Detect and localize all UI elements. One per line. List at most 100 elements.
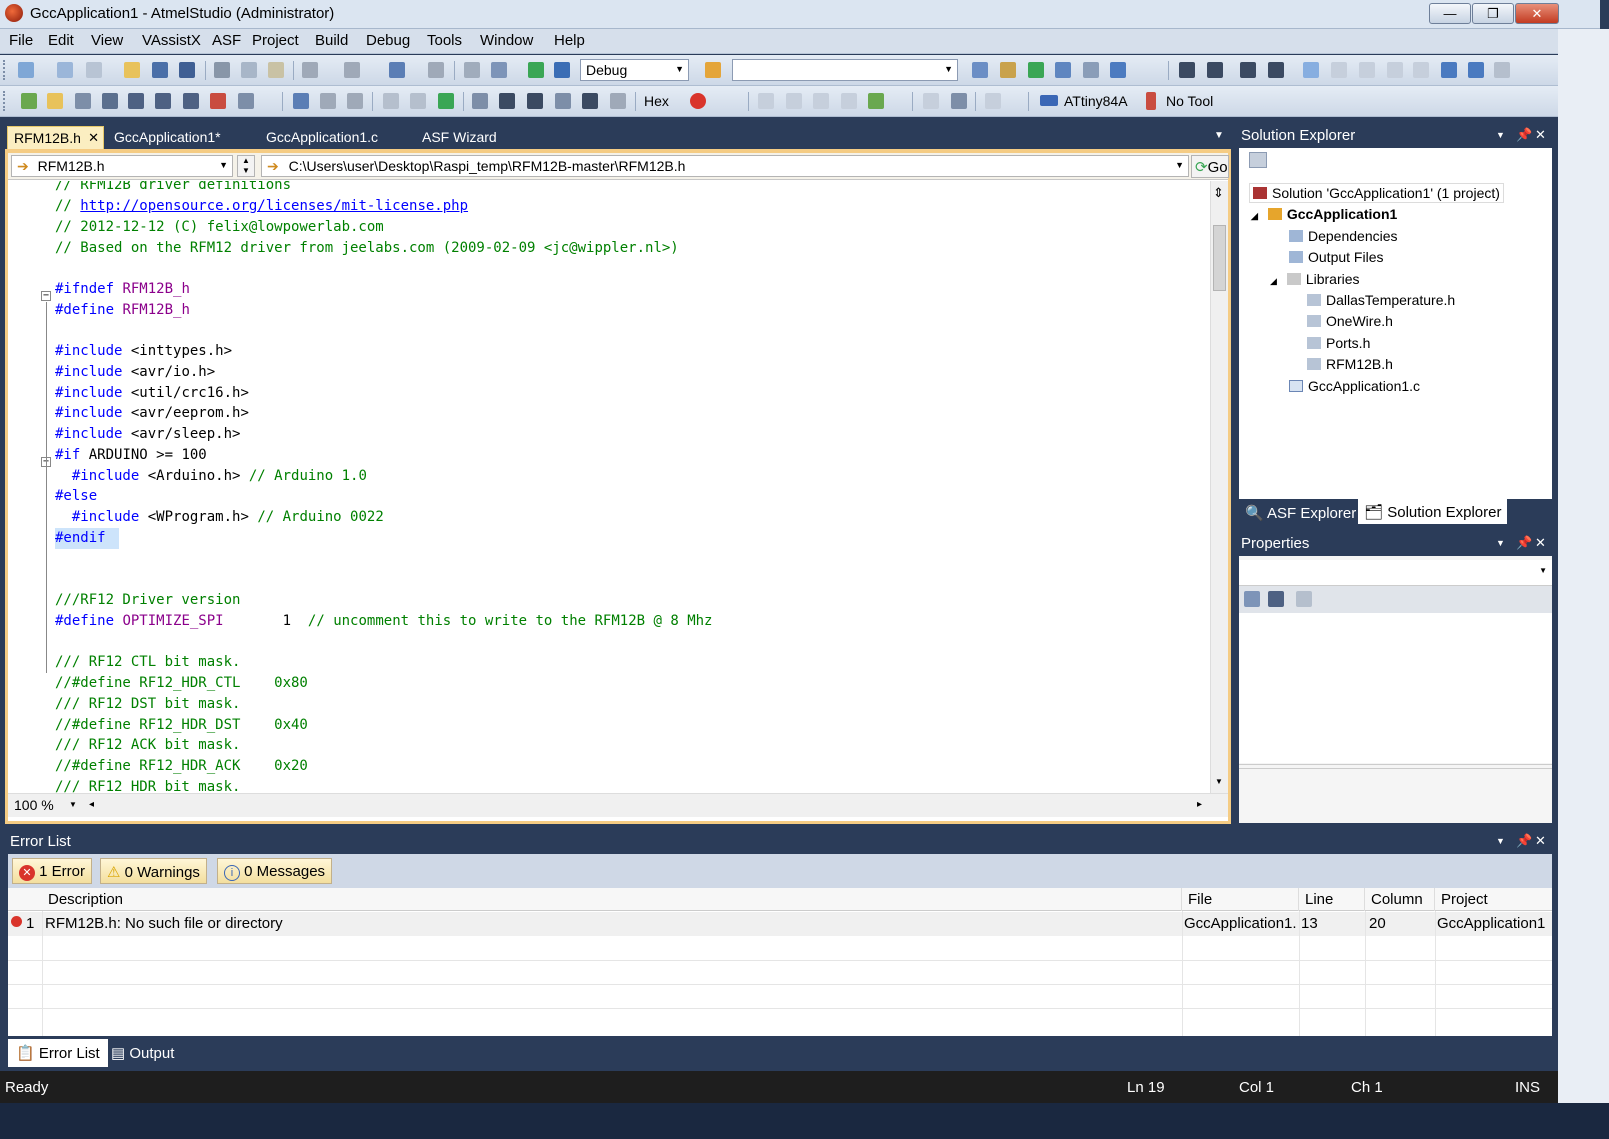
- tasks-icon[interactable]: [21, 93, 37, 109]
- registers-icon[interactable]: [786, 93, 802, 109]
- step-out-icon[interactable]: [499, 93, 515, 109]
- cut-icon[interactable]: [214, 62, 230, 78]
- tab-asf-explorer[interactable]: 🔍 ASF Explorer: [1239, 500, 1362, 525]
- pin-icon[interactable]: 📌: [1516, 127, 1532, 143]
- solution-platform-icon[interactable]: [705, 62, 721, 78]
- column-column[interactable]: Column: [1365, 888, 1435, 911]
- table-row[interactable]: 1 RFM12B.h: No such file or directory Gc…: [8, 912, 1552, 936]
- add-existing-icon[interactable]: [86, 62, 102, 78]
- save-all-icon[interactable]: [179, 62, 195, 78]
- go-to-top-icon[interactable]: [610, 93, 626, 109]
- tool-selector[interactable]: No Tool: [1166, 93, 1213, 109]
- spell-check-icon[interactable]: [210, 93, 226, 109]
- find-symbol-icon[interactable]: [1494, 62, 1510, 78]
- tree-solution[interactable]: Solution 'GccApplication1' (1 project): [1249, 183, 1504, 203]
- tree-output-files[interactable]: Output Files: [1289, 249, 1383, 265]
- scroll-thumb[interactable]: [1213, 225, 1226, 291]
- menu-help[interactable]: Help: [554, 32, 585, 49]
- chevron-down-icon[interactable]: ▼: [69, 800, 77, 809]
- undo-icon[interactable]: [302, 62, 318, 78]
- expand-icon[interactable]: ◢: [1270, 276, 1277, 286]
- device-programming-icon[interactable]: [75, 93, 91, 109]
- properties-icon[interactable]: [972, 62, 988, 78]
- hex-toggle[interactable]: Hex: [644, 93, 669, 109]
- toolbar-grip[interactable]: [3, 91, 7, 111]
- menu-edit[interactable]: Edit: [48, 32, 74, 49]
- object-selector[interactable]: ▼: [1239, 560, 1552, 586]
- reset-icon[interactable]: [320, 93, 336, 109]
- splitter[interactable]: [1239, 764, 1552, 769]
- add-item-icon[interactable]: [57, 62, 73, 78]
- disassembly-icon[interactable]: [758, 93, 774, 109]
- column-file[interactable]: File: [1182, 888, 1299, 911]
- tool-icon[interactable]: [102, 93, 118, 109]
- tree-file-dallastemperature[interactable]: DallasTemperature.h: [1307, 292, 1455, 308]
- stop-debugging-icon[interactable]: [347, 93, 363, 109]
- new-project-icon[interactable]: [18, 62, 34, 78]
- vertical-scrollbar[interactable]: ⇕ ▼: [1210, 181, 1228, 793]
- menu-tools[interactable]: Tools: [427, 32, 462, 49]
- step-over-icon[interactable]: [472, 93, 488, 109]
- run-to-cursor-icon[interactable]: [527, 93, 543, 109]
- go-button[interactable]: ⟳Go: [1191, 155, 1229, 178]
- tab-overflow-icon[interactable]: ▼: [1214, 130, 1224, 141]
- options-icon[interactable]: [238, 93, 254, 109]
- tree-project[interactable]: ◢ GccApplication1: [1251, 206, 1397, 222]
- dropdown-icon[interactable]: ▼: [1496, 538, 1505, 548]
- scroll-right-icon[interactable]: ▸: [1197, 799, 1202, 810]
- close-icon[interactable]: ✕: [1535, 833, 1546, 849]
- processor-icon[interactable]: [868, 93, 884, 109]
- extension-manager-icon[interactable]: [1083, 62, 1099, 78]
- start-debugging-icon[interactable]: [528, 62, 544, 78]
- minimize-button[interactable]: —: [1429, 3, 1471, 24]
- menu-project[interactable]: Project: [252, 32, 299, 49]
- column-description[interactable]: Description: [42, 888, 1182, 911]
- dropdown-icon[interactable]: ▼: [1496, 836, 1505, 846]
- next-bookmark-icon[interactable]: [1359, 62, 1375, 78]
- close-button[interactable]: ✕: [1515, 3, 1559, 24]
- watch-window-icon[interactable]: [923, 93, 939, 109]
- io-view-icon[interactable]: [841, 93, 857, 109]
- fold-toggle-icon[interactable]: −: [41, 291, 51, 301]
- expand-icon[interactable]: ◢: [1251, 211, 1258, 221]
- tab-rfm12b-h[interactable]: RFM12B.h ✕: [7, 126, 104, 149]
- tree-dependencies[interactable]: Dependencies: [1289, 228, 1398, 244]
- connect-icon[interactable]: [128, 93, 144, 109]
- menu-asf[interactable]: ASF: [212, 32, 241, 49]
- tab-error-list[interactable]: 📋 Error List: [8, 1039, 108, 1067]
- errors-filter-button[interactable]: ✕ 1 Error: [12, 858, 93, 884]
- open-icon[interactable]: [47, 93, 63, 109]
- close-icon[interactable]: ✕: [88, 130, 99, 146]
- scroll-down-icon[interactable]: ▼: [1215, 777, 1223, 786]
- menu-vassistx[interactable]: VAssistX: [142, 32, 201, 49]
- property-pages-icon[interactable]: [1296, 591, 1312, 607]
- bookmark-icon[interactable]: [1303, 62, 1319, 78]
- uncomment-icon[interactable]: [1268, 62, 1284, 78]
- tree-file-gccapplication1-c[interactable]: GccApplication1.c: [1289, 378, 1420, 394]
- watch-icon[interactable]: [183, 93, 199, 109]
- messages-filter-button[interactable]: i 0 Messages: [217, 858, 333, 884]
- comment-icon[interactable]: [1240, 62, 1256, 78]
- prev-bookmark-folder-icon[interactable]: [1387, 62, 1403, 78]
- tree-file-rfm12b[interactable]: RFM12B.h: [1307, 356, 1393, 372]
- categorized-icon[interactable]: [1244, 591, 1260, 607]
- path-combo[interactable]: ➔ C:\Users\user\Desktop\Raspi_temp\RFM12…: [261, 155, 1189, 177]
- break-all-icon[interactable]: [293, 93, 309, 109]
- pause-icon[interactable]: [410, 93, 426, 109]
- show-next-statement-icon[interactable]: [555, 93, 571, 109]
- object-browser-icon[interactable]: [1000, 62, 1016, 78]
- restore-button[interactable]: ❐: [1472, 3, 1514, 24]
- continue-icon[interactable]: [438, 93, 454, 109]
- column-line[interactable]: Line: [1299, 888, 1365, 911]
- menu-debug[interactable]: Debug: [366, 32, 410, 49]
- memory-icon[interactable]: [813, 93, 829, 109]
- tab-gccapplication1-project[interactable]: GccApplication1*: [108, 126, 227, 149]
- menu-window[interactable]: Window: [480, 32, 533, 49]
- open-folder-icon[interactable]: [124, 62, 140, 78]
- alphabetical-icon[interactable]: [1268, 591, 1284, 607]
- tree-file-ports[interactable]: Ports.h: [1307, 335, 1370, 351]
- delete-icon[interactable]: [985, 93, 1001, 109]
- tree-libraries[interactable]: ◢ Libraries: [1270, 271, 1360, 287]
- license-link[interactable]: http://opensource.org/licenses/mit-licen…: [80, 198, 468, 214]
- close-icon[interactable]: ✕: [1535, 535, 1546, 551]
